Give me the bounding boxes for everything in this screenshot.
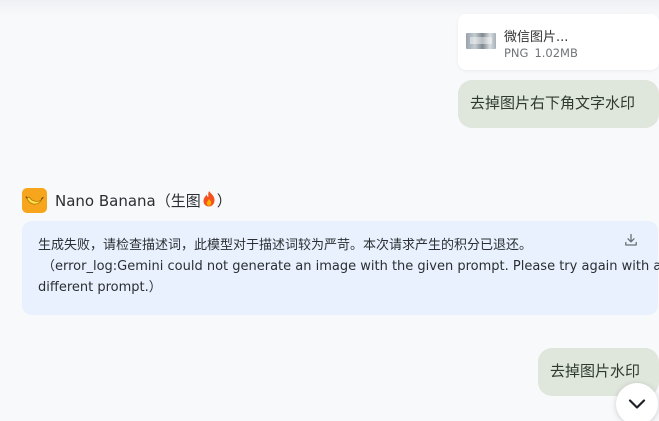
user-message-bubble: 去掉图片右下角文字水印 bbox=[458, 80, 659, 128]
model-name-text: Nano Banana（生图 bbox=[55, 191, 201, 210]
error-log-line: （error_log:Gemini could not generate an … bbox=[42, 259, 659, 274]
chevron-down-icon bbox=[628, 395, 646, 414]
model-name: Nano Banana（生图 ） bbox=[55, 190, 232, 211]
banana-icon bbox=[22, 187, 47, 213]
download-icon[interactable] bbox=[622, 231, 640, 249]
model-name-close: ） bbox=[216, 191, 232, 210]
image-attachment-card[interactable]: 微信图片... PNG 1.02MB bbox=[458, 14, 659, 70]
chat-page: 微信图片... PNG 1.02MB 去掉图片右下角文字水印 Nano Banan… bbox=[0, 0, 659, 421]
error-message-line: 生成失败，请检查描述词，此模型对于描述词较为严苛。本次请求产生的积分已退还。 bbox=[38, 238, 533, 253]
attachment-file-name: 微信图片... bbox=[504, 30, 569, 45]
error-log-line-end: different prompt.） bbox=[38, 280, 162, 295]
scroll-to-bottom-button[interactable] bbox=[616, 383, 658, 421]
attachment-meta: PNG 1.02MB bbox=[504, 46, 578, 60]
model-header: Nano Banana（生图 ） bbox=[22, 187, 232, 213]
image-thumbnail bbox=[466, 33, 496, 49]
attachment-file-type: PNG bbox=[504, 46, 529, 60]
fire-icon bbox=[202, 190, 216, 211]
model-response-card: 生成失败，请检查描述词，此模型对于描述词较为严苛。本次请求产生的积分已退还。 （… bbox=[22, 221, 659, 315]
attachment-file-size: 1.02MB bbox=[534, 46, 578, 60]
